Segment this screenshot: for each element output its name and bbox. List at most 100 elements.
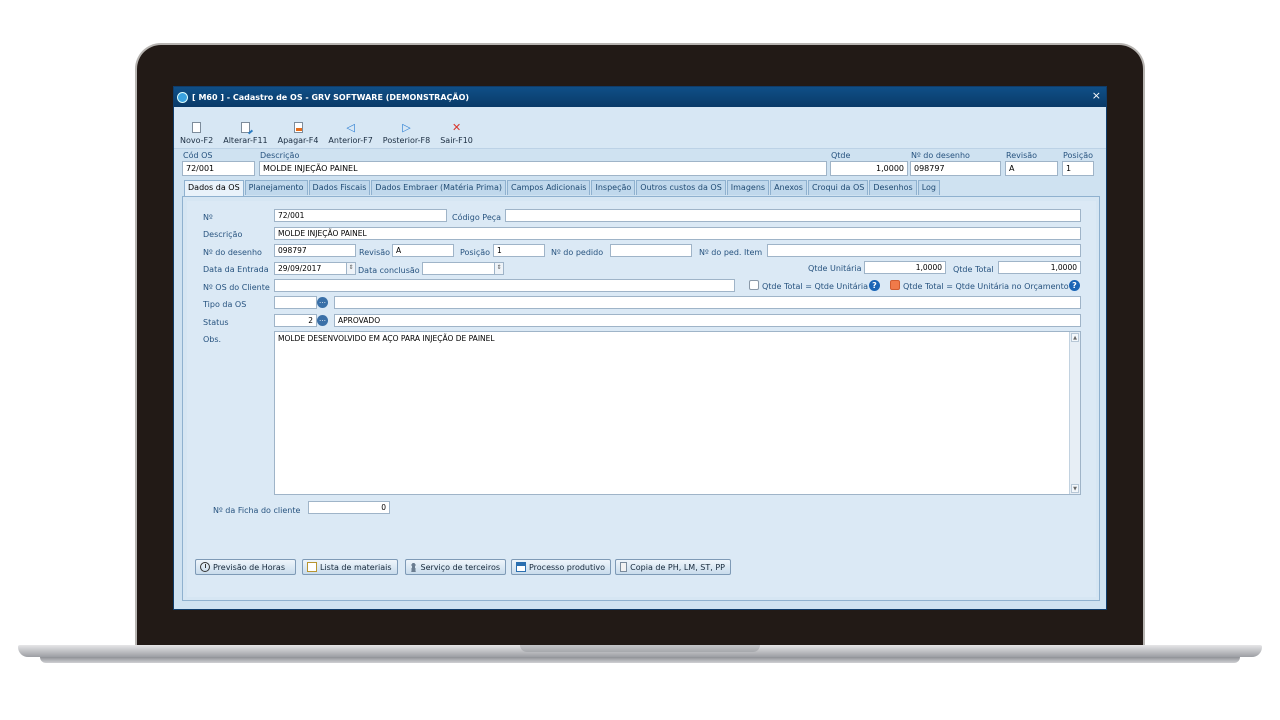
header-qtde-field[interactable]: 1,0000 xyxy=(830,161,908,176)
previsao-horas-button[interactable]: Previsão de Horas xyxy=(195,559,296,575)
obs-textarea[interactable]: MOLDE DESENVOLVIDO EM AÇO PARA INJEÇÃO D… xyxy=(274,331,1081,495)
clock-icon xyxy=(200,562,210,572)
form-area: Nº 72/001 Código Peça Descrição MOLDE IN… xyxy=(187,201,1096,597)
lista-materiais-label: Lista de materiais xyxy=(320,562,392,572)
obs-scrollbar[interactable]: ▲ ▼ xyxy=(1069,332,1080,494)
qtde-total-orc-label: Qtde Total = Qtde Unitária no Orçamento xyxy=(903,282,1069,291)
delete-button[interactable]: Apagar-F4 xyxy=(278,121,318,145)
qtde-unitaria-field[interactable]: 1,0000 xyxy=(864,261,946,274)
toolbar: Novo-F2 Alterar-F11 Apagar-F4 ◁ Anterior… xyxy=(174,107,1106,149)
tab-planejamento[interactable]: Planejamento xyxy=(244,180,308,195)
tipo-os-desc-field[interactable] xyxy=(334,296,1081,309)
cod-os-field[interactable]: 72/001 xyxy=(182,161,255,176)
status-code-field[interactable]: 2 xyxy=(274,314,317,327)
date-spinner-icon[interactable]: ⇕ xyxy=(346,263,355,274)
descricao-field[interactable]: MOLDE INJEÇÃO PAINEL xyxy=(274,227,1081,240)
ped-item-label: Nº do ped. Item xyxy=(699,248,763,257)
desenho-field[interactable]: 098797 xyxy=(274,244,356,257)
data-entrada-value: 29/09/2017 xyxy=(278,264,322,273)
list-icon xyxy=(307,562,317,572)
previsao-horas-label: Previsão de Horas xyxy=(213,562,285,572)
new-button[interactable]: Novo-F2 xyxy=(180,121,213,145)
servico-terceiros-label: Serviço de terceiros xyxy=(420,562,500,572)
status-lookup-icon[interactable]: … xyxy=(317,315,328,326)
previous-button[interactable]: ◁ Anterior-F7 xyxy=(328,120,372,146)
app-icon xyxy=(177,91,188,103)
help-icon[interactable]: ? xyxy=(1069,280,1080,291)
scroll-up-icon[interactable]: ▲ xyxy=(1071,333,1079,342)
os-cliente-field[interactable] xyxy=(274,279,735,292)
qtde-total-unit-checkbox[interactable] xyxy=(749,280,759,290)
cod-os-label: Cód OS xyxy=(183,151,213,160)
scroll-down-icon[interactable]: ▼ xyxy=(1071,484,1079,493)
tab-desenhos[interactable]: Desenhos xyxy=(869,180,917,195)
header-posicao-field[interactable]: 1 xyxy=(1062,161,1094,176)
tab-strip: Dados da OS Planejamento Dados Fiscais D… xyxy=(184,180,941,196)
tab-dados-embraer[interactable]: Dados Embraer (Matéria Prima) xyxy=(371,180,506,195)
codigo-peca-field[interactable] xyxy=(505,209,1081,222)
edit-button[interactable]: Alterar-F11 xyxy=(223,121,268,145)
header-posicao-label: Posição xyxy=(1063,151,1094,160)
ficha-label: Nº da Ficha do cliente xyxy=(213,506,301,515)
os-window: [ M60 ] - Cadastro de OS - GRV SOFTWARE … xyxy=(173,86,1107,610)
posicao-field[interactable]: 1 xyxy=(493,244,545,257)
tipo-os-lookup-icon[interactable]: … xyxy=(317,297,328,308)
laptop-notch xyxy=(520,645,760,652)
status-desc-field[interactable]: APROVADO xyxy=(334,314,1081,327)
data-entrada-field[interactable]: 29/09/2017 ⇕ xyxy=(274,262,356,275)
help-icon[interactable]: ? xyxy=(869,280,880,291)
ped-item-field[interactable] xyxy=(767,244,1081,257)
tab-campos-adicionais[interactable]: Campos Adicionais xyxy=(506,180,591,195)
header-desenho-label: Nº do desenho xyxy=(911,151,970,160)
tab-dados-da-os[interactable]: Dados da OS xyxy=(184,180,244,196)
numero-label: Nº xyxy=(203,213,213,222)
lista-materiais-button[interactable]: Lista de materiais xyxy=(302,559,398,575)
header-revisao-field[interactable]: A xyxy=(1005,161,1058,176)
new-button-label: Novo-F2 xyxy=(180,136,214,145)
data-conclusao-field[interactable]: ⇕ xyxy=(422,262,504,275)
copia-button[interactable]: Copia de PH, LM, ST, PP xyxy=(615,559,731,575)
header-descricao-field[interactable]: MOLDE INJEÇÃO PAINEL xyxy=(259,161,827,176)
close-icon[interactable]: × xyxy=(1092,89,1101,102)
tipo-os-code-field[interactable] xyxy=(274,296,317,309)
pedido-field[interactable] xyxy=(610,244,692,257)
data-entrada-label: Data da Entrada xyxy=(203,265,269,274)
processo-produtivo-button[interactable]: Processo produtivo xyxy=(511,559,611,575)
tab-inspecao[interactable]: Inspeção xyxy=(591,180,636,195)
next-button-label: Posterior-F8 xyxy=(382,136,431,145)
laptop-base-bottom xyxy=(40,657,1240,663)
qtde-total-label: Qtde Total xyxy=(953,265,994,274)
qtde-total-orc-checkbox[interactable] xyxy=(890,280,900,290)
window-titlebar: [ M60 ] - Cadastro de OS - GRV SOFTWARE … xyxy=(174,87,1106,107)
exit-button-label: Sair-F10 xyxy=(440,136,473,145)
window-title: [ M60 ] - Cadastro de OS - GRV SOFTWARE … xyxy=(192,92,470,102)
ficha-field[interactable]: 0 xyxy=(308,501,390,514)
status-label: Status xyxy=(203,318,229,327)
tab-log[interactable]: Log xyxy=(917,180,941,195)
codigo-peca-label: Código Peça xyxy=(452,213,502,222)
new-document-icon xyxy=(191,121,203,133)
servico-terceiros-button[interactable]: Serviço de terceiros xyxy=(405,559,506,575)
header-qtde-label: Qtde xyxy=(831,151,851,160)
processo-produtivo-label: Processo produtivo xyxy=(528,562,605,572)
tab-outros-custos[interactable]: Outros custos da OS xyxy=(636,180,726,195)
numero-field[interactable]: 72/001 xyxy=(274,209,447,222)
header-desenho-field[interactable]: 098797 xyxy=(910,161,1001,176)
tab-imagens[interactable]: Imagens xyxy=(726,180,770,195)
tab-croqui[interactable]: Croqui da OS xyxy=(807,180,869,195)
obs-text: MOLDE DESENVOLVIDO EM AÇO PARA INJEÇÃO D… xyxy=(278,334,495,343)
desenho-label: Nº do desenho xyxy=(203,248,262,257)
qtde-total-field[interactable]: 1,0000 xyxy=(998,261,1081,274)
next-button[interactable]: ▷ Posterior-F8 xyxy=(382,121,431,146)
tab-panel-dados-da-os: Nº 72/001 Código Peça Descrição MOLDE IN… xyxy=(182,196,1100,601)
qtde-total-unit-label: Qtde Total = Qtde Unitária xyxy=(762,282,869,291)
date-spinner-icon[interactable]: ⇕ xyxy=(494,263,503,274)
arrow-left-icon: ◁ xyxy=(346,120,355,134)
tab-dados-fiscais[interactable]: Dados Fiscais xyxy=(308,180,371,195)
exit-button[interactable]: ✕ Sair-F10 xyxy=(440,121,473,146)
os-cliente-label: Nº OS do Cliente xyxy=(203,283,270,292)
header-revisao-label: Revisão xyxy=(1006,151,1038,160)
copia-label: Copia de PH, LM, ST, PP xyxy=(630,562,725,572)
revisao-field[interactable]: A xyxy=(392,244,454,257)
tab-anexos[interactable]: Anexos xyxy=(770,180,807,195)
